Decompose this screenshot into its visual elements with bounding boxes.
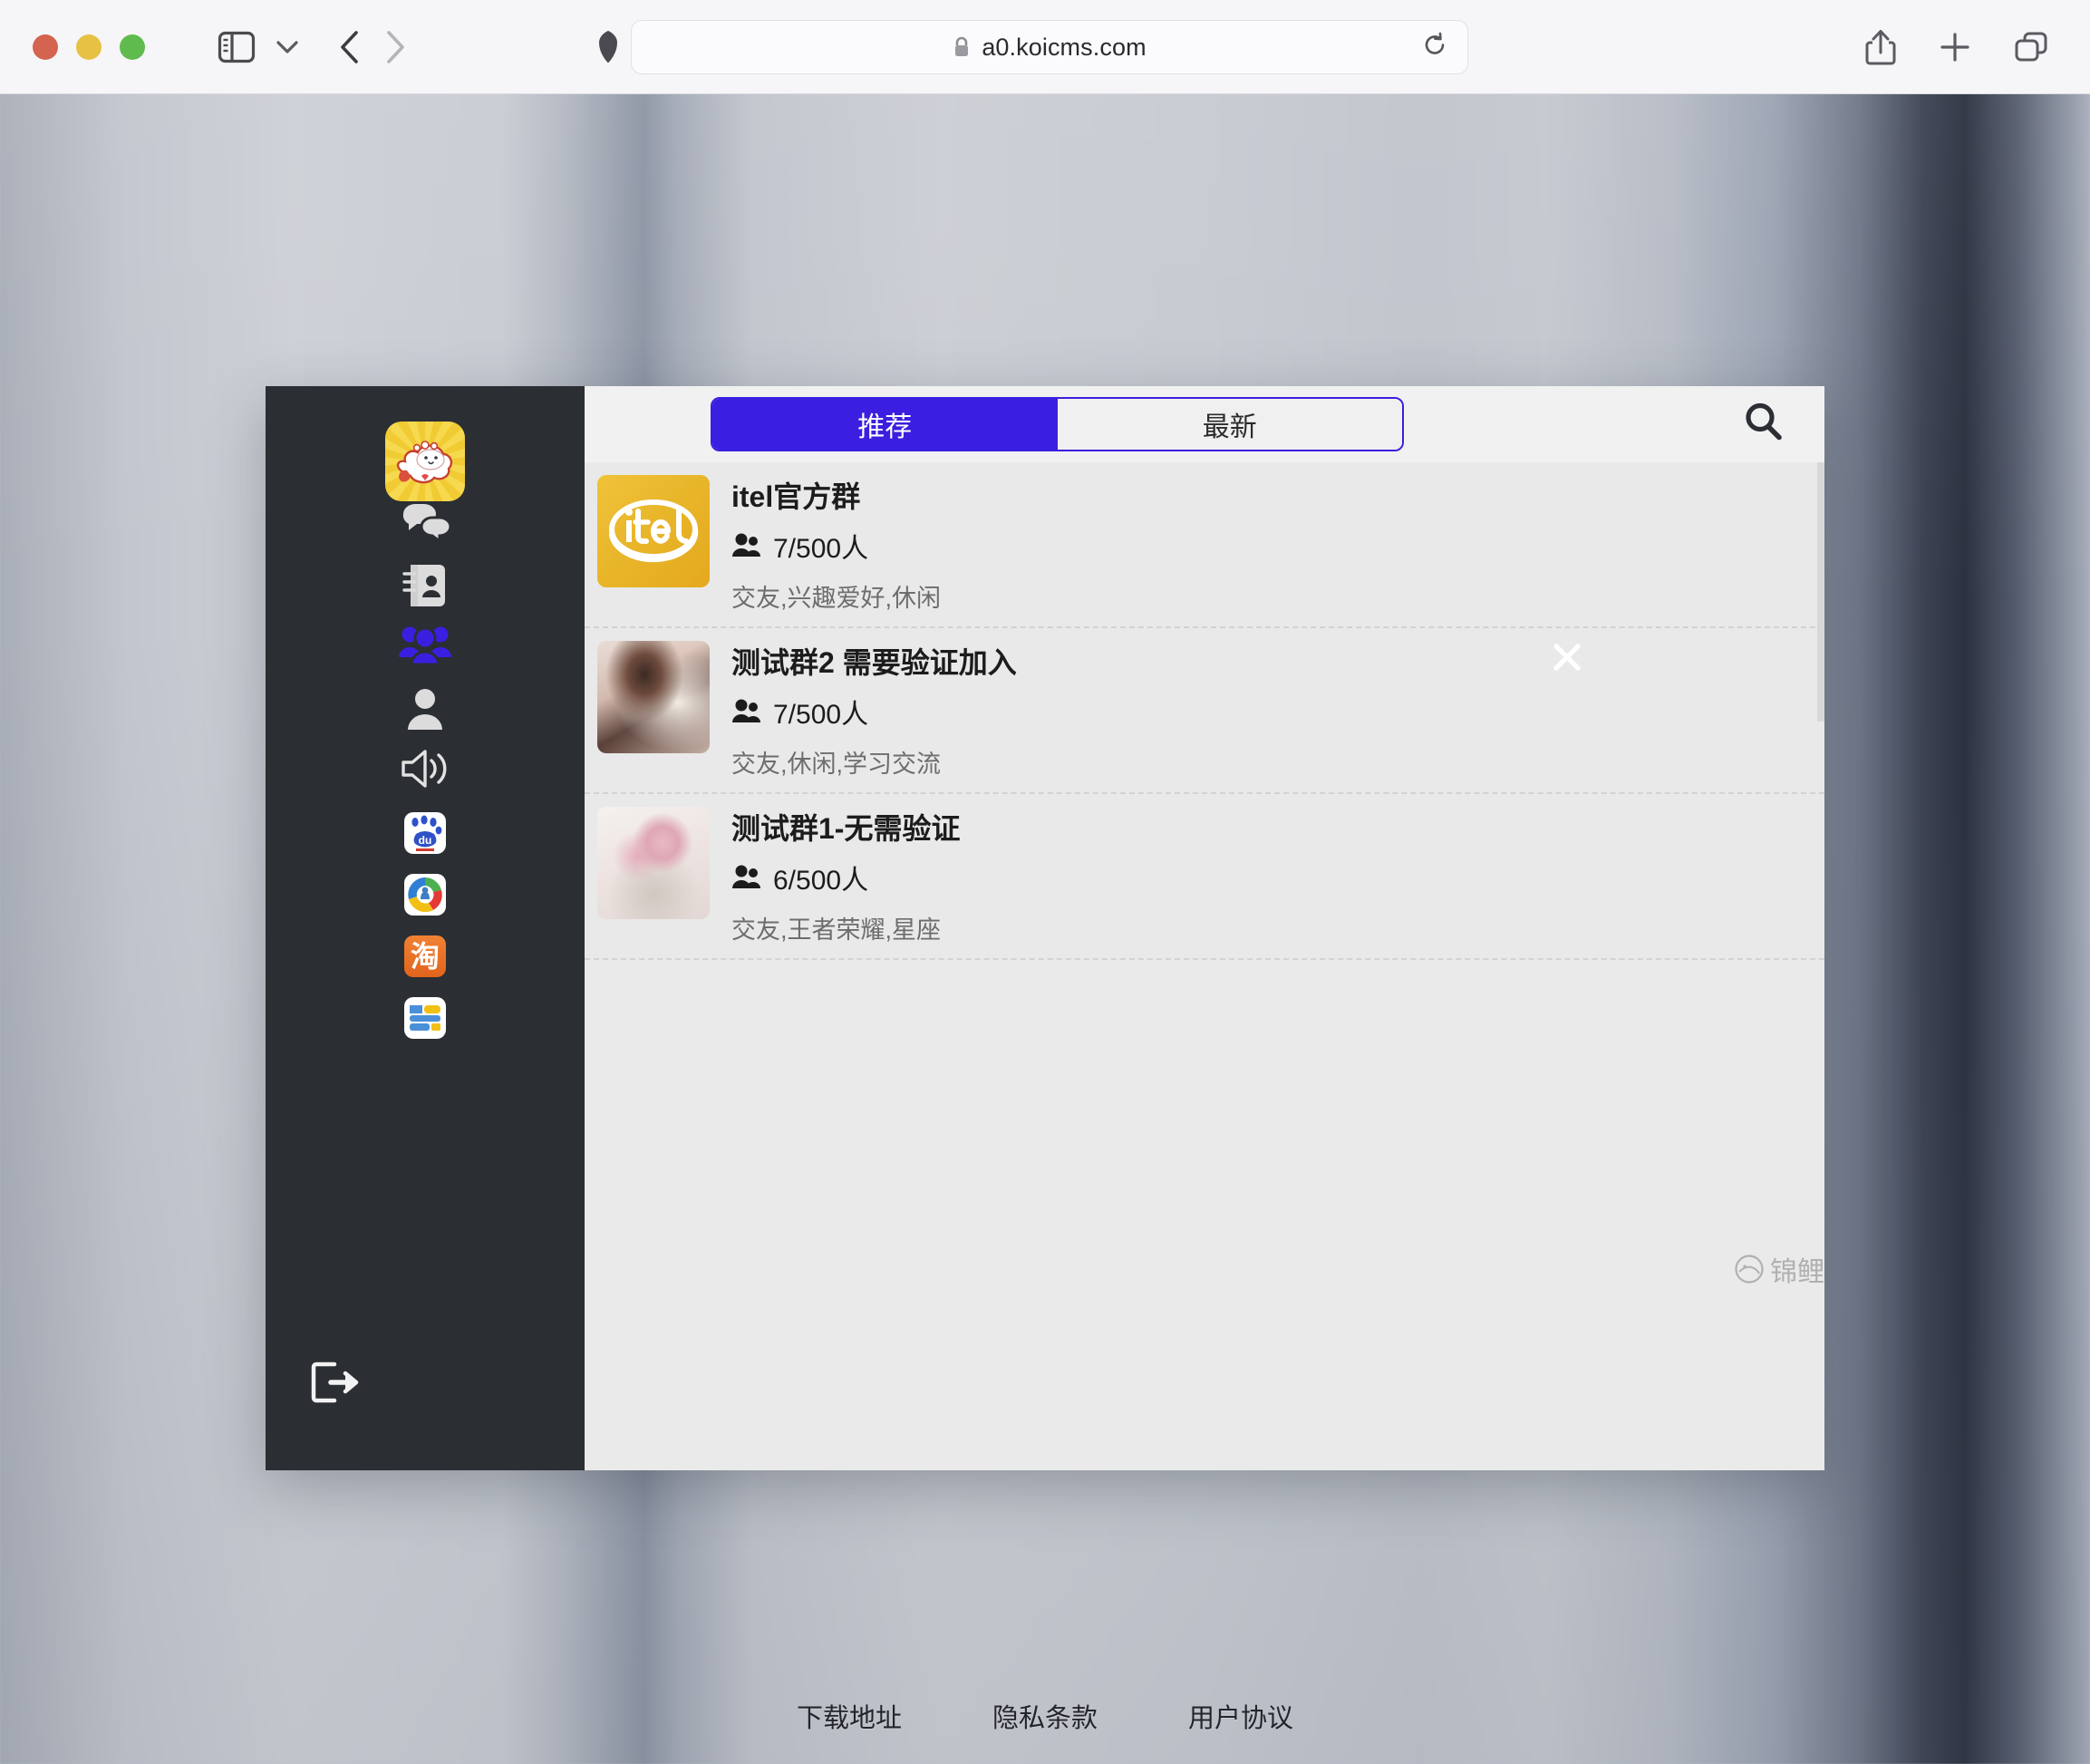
group-name: 测试群1-无需验证 — [731, 812, 961, 845]
sidebar-item-chat[interactable] — [266, 499, 585, 545]
shield-icon[interactable] — [596, 30, 620, 64]
group-tags: 交友,休闲,学习交流 — [731, 751, 942, 778]
group-list-item[interactable]: 测试群1-无需验证 6/500人 交友,王者荣耀,星座 — [585, 794, 1824, 960]
contacts-book-icon — [402, 565, 445, 606]
close-x-icon[interactable] — [1547, 637, 1587, 677]
watermark-text: 锦鲤 — [1770, 1257, 1824, 1287]
list-scrollbar[interactable] — [1817, 462, 1824, 722]
koi-mascot-logo[interactable] — [385, 422, 465, 501]
speaker-icon — [402, 750, 447, 788]
group-tags: 交友,王者荣耀,星座 — [731, 916, 942, 944]
group-list-item[interactable]: 测试群2 需要验证加入 7/500人 交友,休闲,学习交流 — [585, 628, 1824, 794]
group-people-icon — [399, 626, 451, 666]
app-main-panel: 推荐 最新 itel官方群 7/500人 交友,兴趣爱好,休闲 测试群2 需要验… — [585, 386, 1824, 1470]
taobao-app-icon: 淘 — [404, 935, 446, 977]
close-window-button[interactable] — [33, 34, 58, 60]
group-info: 测试群1-无需验证 6/500人 交友,王者荣耀,星座 — [731, 807, 960, 945]
logout-icon — [311, 1362, 359, 1403]
group-member-count-text: 7/500人 — [773, 534, 869, 564]
group-info: 测试群2 需要验证加入 7/500人 交友,休闲,学习交流 — [731, 641, 1017, 780]
svg-text:du: du — [419, 834, 432, 847]
window-traffic-lights — [33, 34, 145, 60]
flower-vase-avatar — [597, 807, 710, 919]
itel-logo-avatar — [597, 475, 710, 587]
group-list-item[interactable]: itel官方群 7/500人 交友,兴趣爱好,休闲 — [585, 462, 1824, 628]
url-text: a0.koicms.com — [982, 33, 1147, 61]
chat-bubbles-icon — [402, 504, 450, 544]
footer-link-download[interactable]: 下载地址 — [797, 1697, 902, 1735]
person-icon — [408, 689, 442, 730]
group-filter-tabs: 推荐 最新 — [711, 397, 1404, 451]
sidebar-item-hao123[interactable] — [266, 997, 585, 1039]
group-name: 测试群2 需要验证加入 — [731, 646, 1017, 679]
browser-right-actions — [1865, 28, 2048, 66]
tab-newest[interactable]: 最新 — [1057, 399, 1402, 450]
sidebar-toggle-icon[interactable] — [218, 31, 256, 63]
footer-link-privacy[interactable]: 隐私条款 — [992, 1697, 1098, 1735]
hao123-app-icon — [404, 997, 446, 1039]
people-icon — [732, 865, 760, 888]
logout-button[interactable] — [311, 1361, 362, 1409]
group-list: itel官方群 7/500人 交友,兴趣爱好,休闲 测试群2 需要验证加入 7/… — [585, 462, 1824, 960]
back-arrow-icon[interactable] — [339, 30, 361, 64]
sidebar-item-contacts[interactable] — [266, 561, 585, 610]
app-window: du 淘 推荐 最新 itel官方群 7/500人 交友,兴趣爱好,休闲 测试群… — [266, 386, 1824, 1470]
sidebar-item-announcements[interactable] — [266, 747, 585, 790]
watermark: 锦鲤 — [1734, 1249, 1824, 1289]
baidu-app-icon: du — [404, 812, 446, 854]
chevron-down-icon[interactable] — [276, 39, 299, 55]
sidebar-item-baidu[interactable]: du — [266, 812, 585, 854]
people-icon — [732, 699, 760, 722]
sidebar-item-profile[interactable] — [266, 686, 585, 732]
woman-portrait-avatar — [597, 641, 710, 753]
group-member-count-text: 7/500人 — [773, 700, 869, 730]
tab-recommended[interactable]: 推荐 — [712, 399, 1058, 450]
qq-app-icon — [404, 874, 446, 916]
group-member-count: 7/500人 — [731, 526, 941, 566]
sidebar-item-taobao[interactable]: 淘 — [266, 935, 585, 977]
browser-toolbar: a0.koicms.com — [0, 0, 2090, 94]
group-name: itel官方群 — [731, 480, 861, 513]
app-sidebar: du 淘 — [266, 386, 585, 1470]
forward-arrow-icon[interactable] — [384, 30, 406, 64]
address-bar[interactable]: a0.koicms.com — [631, 20, 1468, 74]
sidebar-item-qq[interactable] — [266, 874, 585, 916]
reload-icon[interactable] — [1422, 32, 1447, 63]
group-member-count-text: 6/500人 — [773, 866, 869, 896]
tab-overview-icon[interactable] — [2014, 31, 2048, 63]
group-member-count: 6/500人 — [731, 858, 960, 897]
plus-icon[interactable] — [1940, 32, 1970, 63]
koi-circle-icon — [1735, 1255, 1764, 1284]
footer-links: 下载地址 隐私条款 用户协议 — [0, 1697, 2090, 1735]
people-icon — [732, 533, 760, 557]
search-icon[interactable] — [1741, 400, 1786, 450]
group-tags: 交友,兴趣爱好,休闲 — [731, 585, 942, 612]
minimize-window-button[interactable] — [76, 34, 102, 60]
sidebar-item-groups[interactable] — [266, 623, 585, 666]
zoom-window-button[interactable] — [120, 34, 145, 60]
group-info: itel官方群 7/500人 交友,兴趣爱好,休闲 — [731, 475, 941, 614]
share-icon[interactable] — [1865, 28, 1896, 66]
footer-link-terms[interactable]: 用户协议 — [1188, 1697, 1293, 1735]
lock-icon — [953, 35, 971, 59]
group-member-count: 7/500人 — [731, 692, 1017, 732]
main-header: 推荐 最新 — [585, 386, 1824, 462]
